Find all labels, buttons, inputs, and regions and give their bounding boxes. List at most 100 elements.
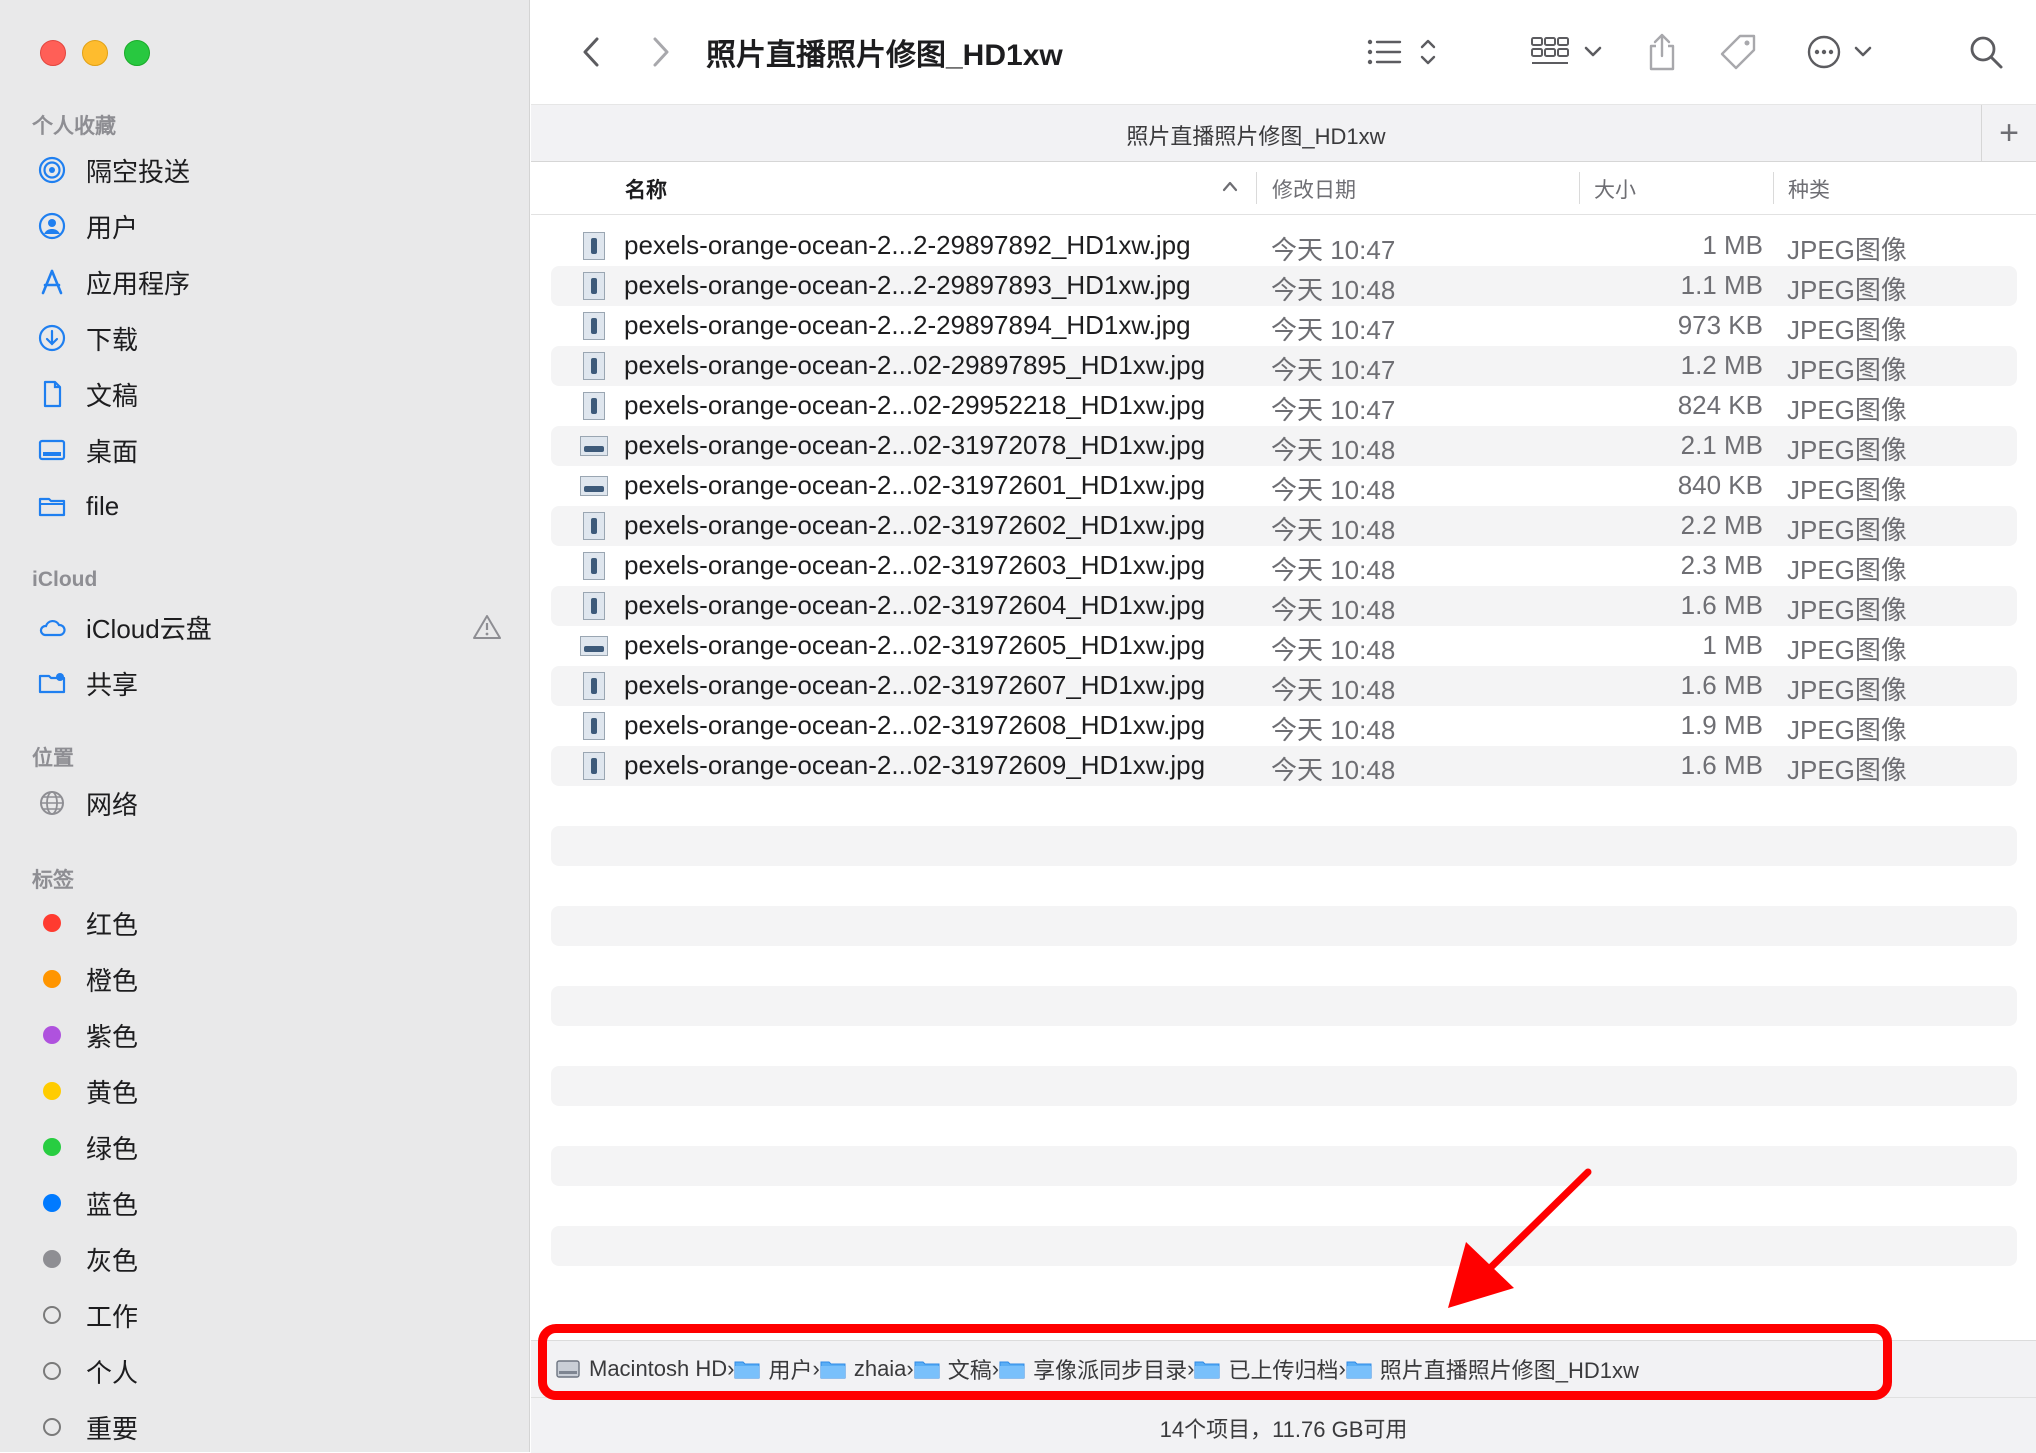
sidebar-item-tag[interactable]: 红色 <box>32 903 502 943</box>
file-row[interactable]: pexels-orange-ocean-2...2-29897893_HD1xw… <box>551 266 2017 306</box>
sidebar-section-locations: 位置 <box>32 747 74 770</box>
file-name: pexels-orange-ocean-2...02-31972607_HD1x… <box>624 670 1206 700</box>
file-size: 1 MB <box>1702 230 1763 260</box>
file-kind: JPEG图像 <box>1787 515 1907 545</box>
file-row[interactable]: pexels-orange-ocean-2...02-29897895_HD1x… <box>551 346 2017 386</box>
file-row[interactable]: pexels-orange-ocean-2...02-31972601_HD1x… <box>551 466 2017 506</box>
forward-button[interactable] <box>641 30 681 74</box>
sidebar-item-airdrop[interactable]: 隔空投送 <box>32 150 502 190</box>
file-row[interactable]: pexels-orange-ocean-2...02-29952218_HD1x… <box>551 386 2017 426</box>
sidebar-item-tag[interactable]: 绿色 <box>32 1127 502 1167</box>
sidebar-item-applications[interactable]: 应用程序 <box>32 262 502 302</box>
sidebar-item-tag[interactable]: 个人 <box>32 1351 502 1391</box>
jpeg-thumbnail-icon <box>583 552 605 580</box>
sidebar-item-tag[interactable]: 橙色 <box>32 959 502 999</box>
file-row[interactable]: pexels-orange-ocean-2...02-31972602_HD1x… <box>551 506 2017 546</box>
minimize-window-button[interactable] <box>82 40 108 66</box>
sidebar-item-shared[interactable]: 共享 <box>32 663 502 703</box>
file-row[interactable]: pexels-orange-ocean-2...02-31972603_HD1x… <box>551 546 2017 586</box>
file-name: pexels-orange-ocean-2...2-29897894_HD1xw… <box>624 310 1191 340</box>
sidebar-item-tag[interactable]: 黄色 <box>32 1071 502 1111</box>
tag-button[interactable] <box>1715 30 1761 74</box>
sidebar-item-label: 蓝色 <box>86 1189 139 1220</box>
empty-row <box>551 1226 2017 1266</box>
tag-color-dot-icon <box>32 1239 72 1279</box>
file-row[interactable]: pexels-orange-ocean-2...02-31972608_HD1x… <box>551 706 2017 746</box>
file-row[interactable]: pexels-orange-ocean-2...2-29897892_HD1xw… <box>551 226 2017 266</box>
empty-row <box>551 986 2017 1026</box>
file-row[interactable]: pexels-orange-ocean-2...02-31972609_HD1x… <box>551 746 2017 786</box>
sidebar-item-network[interactable]: 网络 <box>32 783 502 823</box>
file-row[interactable]: pexels-orange-ocean-2...2-29897894_HD1xw… <box>551 306 2017 346</box>
zoom-window-button[interactable] <box>124 40 150 66</box>
sidebar-item-tag[interactable]: 重要 <box>32 1407 502 1447</box>
warning-icon[interactable] <box>472 613 502 648</box>
tab-current[interactable]: 照片直播照片修图_HD1xw <box>531 119 1981 151</box>
sidebar-item-documents[interactable]: 文稿 <box>32 374 502 414</box>
tag-color-dot-icon <box>32 1183 72 1223</box>
share-button[interactable] <box>1639 30 1685 74</box>
file-kind: JPEG图像 <box>1787 595 1907 625</box>
column-kind[interactable]: 种类 <box>1788 174 1830 204</box>
sidebar-item-file[interactable]: file <box>32 486 502 526</box>
cloud-icon <box>32 607 72 647</box>
new-tab-button[interactable]: + <box>1981 105 2036 161</box>
jpeg-thumbnail-icon <box>583 672 605 700</box>
file-date: 今天 10:48 <box>1271 635 1396 665</box>
sidebar-item-desktop[interactable]: 桌面 <box>32 430 502 470</box>
file-row[interactable]: pexels-orange-ocean-2...02-31972607_HD1x… <box>551 666 2017 706</box>
column-date[interactable]: 修改日期 <box>1272 174 1356 204</box>
file-date: 今天 10:48 <box>1271 675 1396 705</box>
jpeg-thumbnail-icon <box>583 712 605 740</box>
user-icon <box>32 206 72 246</box>
file-name: pexels-orange-ocean-2...02-31972602_HD1x… <box>624 510 1206 540</box>
sidebar-item-tag[interactable]: 灰色 <box>32 1239 502 1279</box>
sort-ascending-icon[interactable] <box>1221 176 1239 196</box>
chevron-left-icon <box>583 37 599 67</box>
file-row[interactable]: pexels-orange-ocean-2...02-31972078_HD1x… <box>551 426 2017 466</box>
sidebar-section-icloud: iCloud <box>32 568 98 591</box>
document-icon <box>32 374 72 414</box>
ellipsis-circle-icon <box>1807 35 1872 69</box>
more-actions-button[interactable] <box>1803 30 1883 74</box>
column-separator[interactable] <box>1579 172 1580 204</box>
column-separator[interactable] <box>1256 172 1257 204</box>
file-row[interactable]: pexels-orange-ocean-2...02-31972604_HD1x… <box>551 586 2017 626</box>
column-separator[interactable] <box>1773 172 1774 204</box>
group-button[interactable] <box>1528 30 1608 74</box>
sidebar-item-label: 重要 <box>86 1413 139 1444</box>
list-view-icon <box>1367 39 1436 65</box>
sidebar-item-tag[interactable]: 蓝色 <box>32 1183 502 1223</box>
file-size: 1.6 MB <box>1680 590 1763 620</box>
sidebar-item-user[interactable]: 用户 <box>32 206 502 246</box>
file-name: pexels-orange-ocean-2...02-31972601_HD1x… <box>624 470 1206 500</box>
column-size[interactable]: 大小 <box>1594 174 1636 204</box>
file-kind: JPEG图像 <box>1787 395 1907 425</box>
file-date: 今天 10:48 <box>1271 595 1396 625</box>
annotation-arrow-icon <box>1448 1168 1592 1308</box>
file-date: 今天 10:47 <box>1271 355 1396 385</box>
file-row[interactable]: pexels-orange-ocean-2...02-31972605_HD1x… <box>551 626 2017 666</box>
search-button[interactable] <box>1961 30 2011 74</box>
sidebar-item-tag[interactable]: 紫色 <box>32 1015 502 1055</box>
tag-color-dot-icon <box>32 903 72 943</box>
file-name: pexels-orange-ocean-2...02-29952218_HD1x… <box>624 390 1206 420</box>
close-window-button[interactable] <box>40 40 66 66</box>
status-bar: 14个项目，11.76 GB可用 <box>531 1397 2036 1453</box>
sidebar-item-tag[interactable]: 工作 <box>32 1295 502 1335</box>
file-kind: JPEG图像 <box>1787 435 1907 465</box>
back-button[interactable] <box>571 30 611 74</box>
jpeg-thumbnail-icon <box>580 476 608 496</box>
file-date: 今天 10:48 <box>1271 515 1396 545</box>
sidebar-item-label: 下载 <box>86 324 139 355</box>
sidebar-item-downloads[interactable]: 下载 <box>32 318 502 358</box>
sidebar-item-icloud-drive[interactable]: iCloud云盘 <box>32 607 502 647</box>
sidebar-item-label: 桌面 <box>86 436 139 467</box>
jpeg-thumbnail-icon <box>580 636 608 656</box>
file-name: pexels-orange-ocean-2...02-31972078_HD1x… <box>624 430 1206 460</box>
view-mode-button[interactable] <box>1361 30 1441 74</box>
column-name[interactable]: 名称 <box>625 174 667 204</box>
